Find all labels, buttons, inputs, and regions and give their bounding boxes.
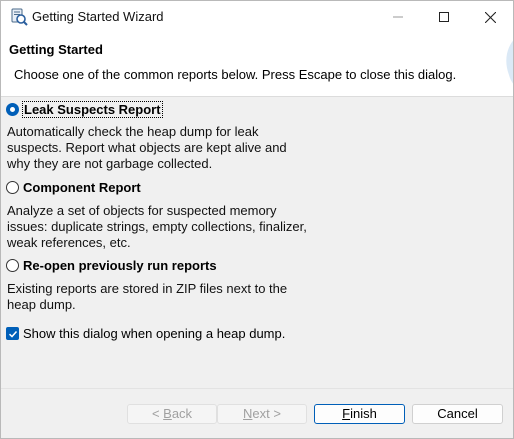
back-mnemonic: B (163, 406, 172, 421)
wizard-window: Getting Started Wizard Getting Started C… (0, 0, 514, 439)
description-line: weak references, etc. (7, 235, 131, 250)
leak-suspects-label[interactable]: Leak Suspects Report (22, 101, 163, 118)
minimize-button[interactable] (375, 1, 421, 33)
description-line: Automatically check the heap dump for le… (7, 124, 259, 139)
finish-mnemonic: F (342, 406, 351, 421)
page-description: Choose one of the common reports below. … (14, 67, 457, 82)
description-line: suspects. Report what objects are kept a… (7, 140, 287, 155)
reopen-reports-description: Existing reports are stored in ZIP files… (7, 281, 307, 313)
report-wizard-icon (11, 8, 28, 26)
reopen-reports-radio[interactable] (6, 259, 19, 272)
wizard-content: Leak Suspects Report Automatically check… (1, 97, 513, 387)
next-mnemonic: N (243, 406, 253, 421)
component-report-description: Analyze a set of objects for suspected m… (7, 203, 307, 251)
back-button[interactable]: < Back (127, 404, 217, 424)
button-bar: < Back Next > Finish Cancel (1, 388, 513, 438)
description-line: Existing reports are stored in ZIP files… (7, 281, 288, 296)
close-icon (484, 11, 496, 23)
window-title: Getting Started Wizard (32, 9, 164, 24)
component-report-radio[interactable] (6, 181, 19, 194)
maximize-button[interactable] (421, 1, 467, 33)
description-line: why they are not garbage collected. (7, 156, 213, 171)
back-label-rest: ack (171, 406, 193, 421)
show-dialog-label[interactable]: Show this dialog when opening a heap dum… (23, 326, 285, 341)
maximize-icon (439, 12, 449, 22)
component-report-option[interactable]: Component Report (6, 180, 141, 195)
description-line: heap dump. (7, 297, 76, 312)
next-button[interactable]: Next > (217, 404, 307, 424)
leak-suspects-radio[interactable] (6, 103, 19, 116)
description-line: issues: duplicate strings, empty collect… (7, 219, 307, 234)
leak-suspects-description: Automatically check the heap dump for le… (7, 124, 307, 172)
close-button[interactable] (467, 1, 513, 33)
wizard-header: Getting Started Choose one of the common… (1, 33, 513, 97)
next-label-rest: ext > (252, 406, 281, 421)
finish-label-rest: inish (350, 406, 377, 421)
cancel-button[interactable]: Cancel (412, 404, 503, 424)
component-report-label[interactable]: Component Report (23, 180, 141, 195)
back-prefix: < (151, 406, 164, 421)
reopen-reports-label[interactable]: Re-open previously run reports (23, 258, 217, 273)
show-dialog-checkbox[interactable] (6, 327, 19, 340)
reopen-reports-option[interactable]: Re-open previously run reports (6, 258, 217, 273)
show-dialog-option[interactable]: Show this dialog when opening a heap dum… (6, 326, 285, 341)
page-title: Getting Started (9, 42, 103, 57)
title-bar: Getting Started Wizard (1, 1, 513, 33)
wizard-banner-graphic (506, 40, 513, 84)
leak-suspects-option[interactable]: Leak Suspects Report (6, 101, 163, 118)
checkmark-icon (8, 330, 17, 338)
finish-button[interactable]: Finish (314, 404, 405, 424)
minimize-icon (393, 16, 403, 18)
description-line: Analyze a set of objects for suspected m… (7, 203, 277, 218)
